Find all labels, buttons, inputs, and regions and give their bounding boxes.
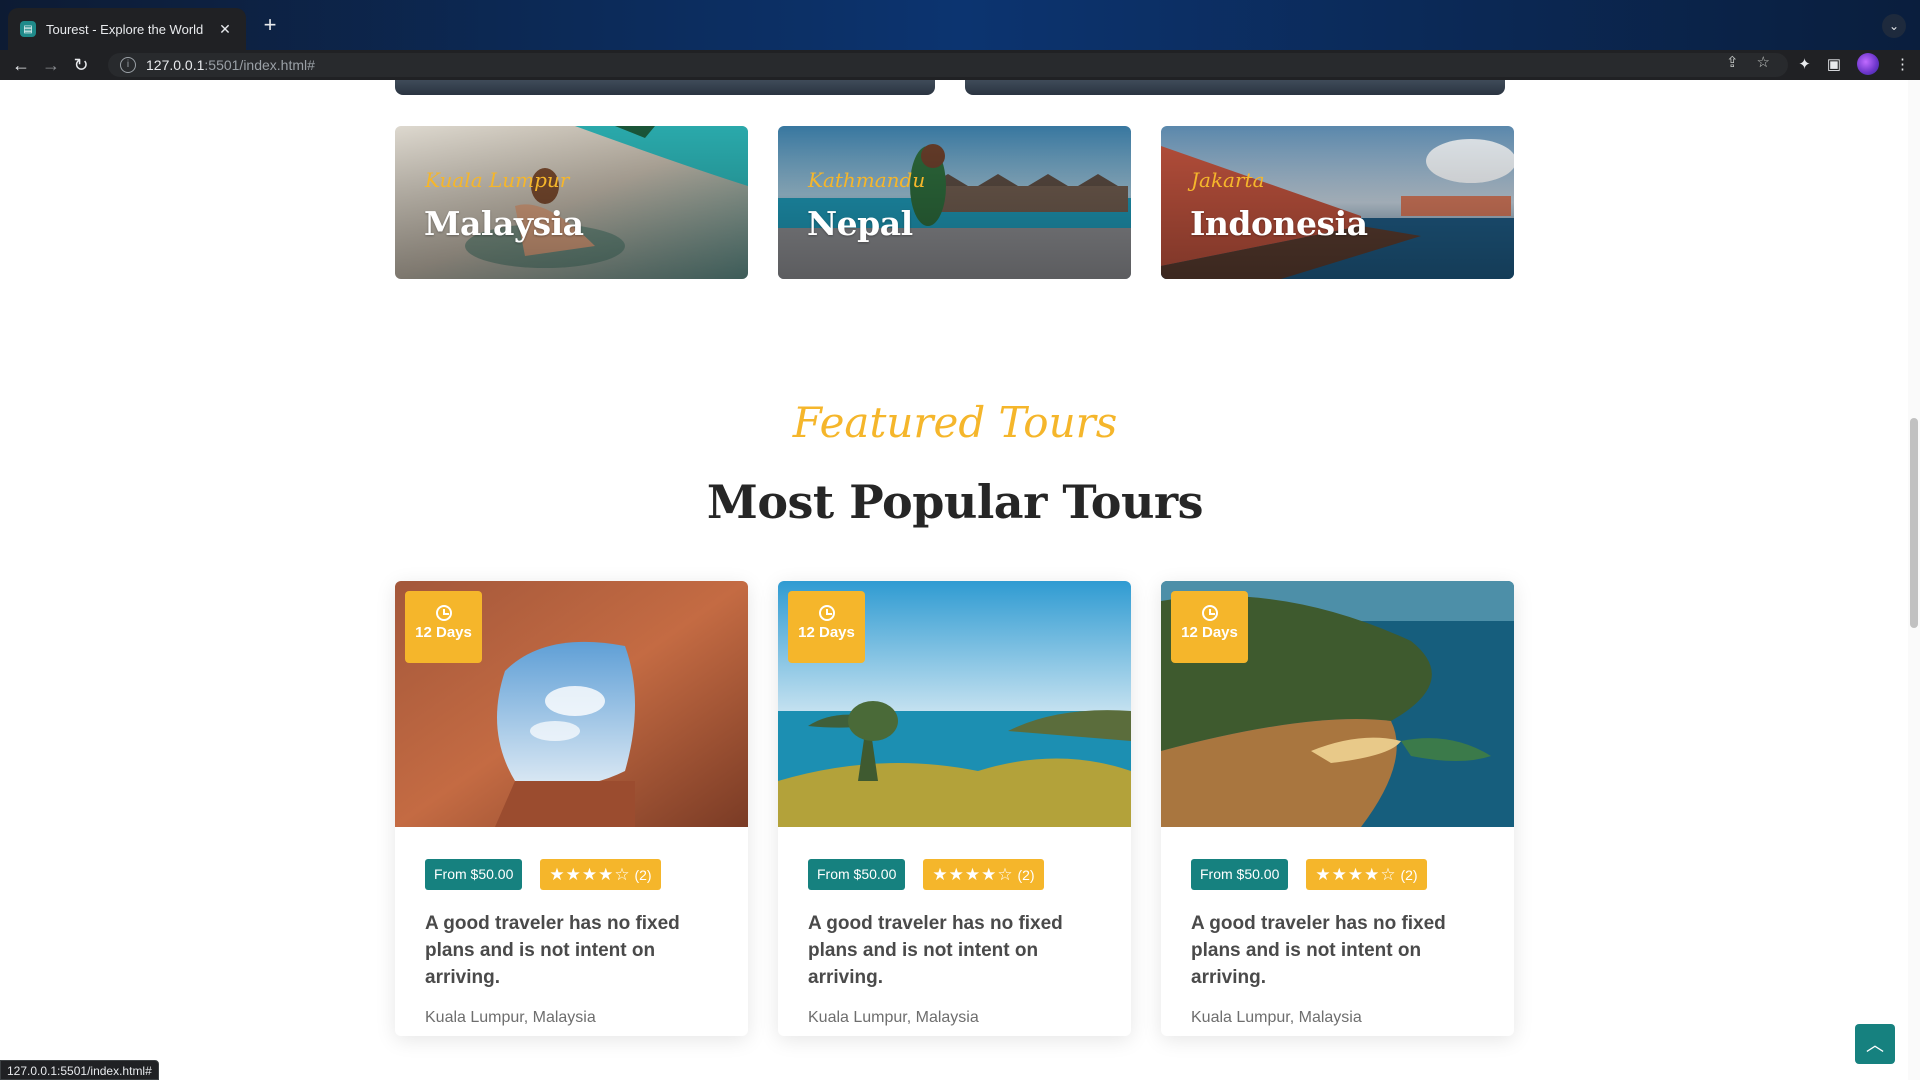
status-bar-url: 127.0.0.1:5501/index.html# bbox=[0, 1060, 159, 1080]
duration-label: 12 Days bbox=[1181, 624, 1238, 641]
image-overlay bbox=[1161, 126, 1514, 279]
duration-label: 12 Days bbox=[415, 624, 472, 641]
previous-card-bottom-left bbox=[395, 80, 935, 95]
duration-badge: 12 Days bbox=[405, 591, 482, 663]
rating-count: (2) bbox=[634, 867, 651, 883]
rating-badge: ★★★★☆ (2) bbox=[923, 859, 1043, 890]
star-rating-icon: ★★★★☆ bbox=[932, 865, 1013, 884]
previous-card-bottom-right bbox=[965, 80, 1505, 95]
rating-count: (2) bbox=[1017, 867, 1034, 883]
destination-country: Nepal bbox=[807, 204, 913, 243]
tour-title[interactable]: A good traveler has no fixed plans and i… bbox=[425, 910, 725, 991]
image-overlay bbox=[778, 126, 1131, 279]
destination-country: Malaysia bbox=[424, 204, 584, 243]
star-rating-icon: ★★★★☆ bbox=[1315, 865, 1396, 884]
browser-tabbar: ▤ Tourest - Explore the World ✕ + ⌄ bbox=[0, 0, 1920, 50]
price-badge: From $50.00 bbox=[808, 859, 905, 890]
url-path: :5501/index.html# bbox=[204, 57, 315, 73]
browser-menu-icon[interactable]: ⋮ bbox=[1895, 55, 1910, 73]
tour-card[interactable]: 12 Days From $50.00 ★★★★☆ (2) A good trav… bbox=[778, 581, 1131, 1036]
bookmark-star-icon[interactable]: ☆ bbox=[1757, 53, 1770, 71]
forward-arrow-icon[interactable]: → bbox=[36, 50, 66, 80]
site-info-icon[interactable]: i bbox=[120, 57, 136, 73]
duration-label: 12 Days bbox=[798, 624, 855, 641]
scrollbar-thumb[interactable] bbox=[1910, 418, 1918, 628]
rating-count: (2) bbox=[1400, 867, 1417, 883]
destination-card-malaysia[interactable]: Kuala Lumpur Malaysia bbox=[395, 126, 748, 279]
section-subtitle: Featured Tours bbox=[0, 398, 1910, 447]
destination-city: Kuala Lumpur bbox=[425, 168, 569, 192]
tour-title[interactable]: A good traveler has no fixed plans and i… bbox=[1191, 910, 1491, 991]
tour-title[interactable]: A good traveler has no fixed plans and i… bbox=[808, 910, 1108, 991]
clock-icon bbox=[819, 605, 835, 621]
back-to-top-button[interactable]: ︿ bbox=[1855, 1024, 1895, 1064]
tour-location: Kuala Lumpur, Malaysia bbox=[808, 1009, 1108, 1027]
duration-badge: 12 Days bbox=[1171, 591, 1248, 663]
tour-location: Kuala Lumpur, Malaysia bbox=[1191, 1009, 1491, 1027]
back-arrow-icon[interactable]: ← bbox=[6, 50, 36, 80]
close-tab-icon[interactable]: ✕ bbox=[216, 21, 234, 38]
rating-badge: ★★★★☆ (2) bbox=[540, 859, 660, 890]
clock-icon bbox=[436, 605, 452, 621]
new-tab-icon[interactable]: + bbox=[258, 14, 282, 38]
address-bar[interactable]: i 127.0.0.1:5501/index.html# bbox=[108, 53, 1788, 77]
chevron-up-icon: ︿ bbox=[1866, 1031, 1884, 1057]
price-badge: From $50.00 bbox=[425, 859, 522, 890]
tour-card[interactable]: 12 Days From $50.00 ★★★★☆ (2) A good trav… bbox=[395, 581, 748, 1036]
image-overlay bbox=[395, 126, 748, 279]
section-title: Most Popular Tours bbox=[0, 475, 1910, 529]
browser-toolbar: ← → ↻ i 127.0.0.1:5501/index.html# ⇪ ☆ ✦… bbox=[0, 50, 1920, 80]
tour-location: Kuala Lumpur, Malaysia bbox=[425, 1009, 725, 1027]
destination-city: Kathmandu bbox=[808, 168, 925, 192]
site-favicon-icon: ▤ bbox=[20, 21, 36, 37]
tab-title: Tourest - Explore the World bbox=[46, 22, 216, 37]
reload-icon[interactable]: ↻ bbox=[66, 50, 96, 80]
side-panel-icon[interactable]: ▣ bbox=[1827, 55, 1841, 73]
profile-avatar[interactable] bbox=[1857, 53, 1879, 75]
tab-search-chevron-icon[interactable]: ⌄ bbox=[1882, 14, 1906, 38]
share-icon[interactable]: ⇪ bbox=[1726, 53, 1739, 71]
url-host: 127.0.0.1 bbox=[146, 57, 204, 73]
page-scrollbar[interactable] bbox=[1908, 80, 1920, 1080]
star-rating-icon: ★★★★☆ bbox=[549, 865, 630, 884]
clock-icon bbox=[1202, 605, 1218, 621]
destination-card-indonesia[interactable]: Jakarta Indonesia bbox=[1161, 126, 1514, 279]
browser-tab[interactable]: ▤ Tourest - Explore the World ✕ bbox=[8, 8, 246, 50]
tour-card[interactable]: 12 Days From $50.00 ★★★★☆ (2) A good trav… bbox=[1161, 581, 1514, 1036]
price-badge: From $50.00 bbox=[1191, 859, 1288, 890]
duration-badge: 12 Days bbox=[788, 591, 865, 663]
destination-card-nepal[interactable]: Kathmandu Nepal bbox=[778, 126, 1131, 279]
destination-city: Jakarta bbox=[1191, 168, 1265, 192]
rating-badge: ★★★★☆ (2) bbox=[1306, 859, 1426, 890]
extensions-puzzle-icon[interactable]: ✦ bbox=[1798, 55, 1811, 73]
page-viewport: Kuala Lumpur Malaysia Kathmandu Nepal bbox=[0, 80, 1920, 1080]
destination-country: Indonesia bbox=[1190, 204, 1368, 243]
